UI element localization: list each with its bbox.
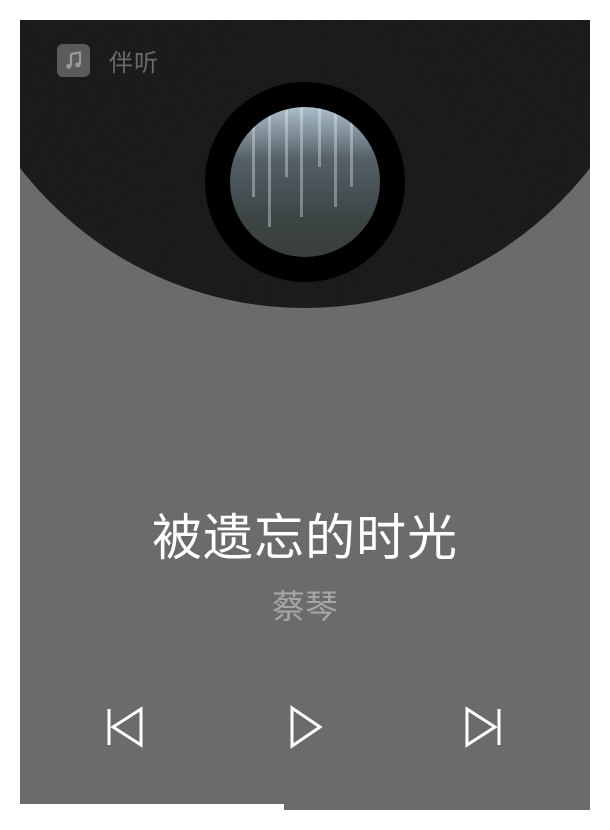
play-button[interactable] <box>279 702 329 752</box>
next-button[interactable] <box>458 702 508 752</box>
progress-bar[interactable] <box>20 804 590 810</box>
brand: 伴听 <box>57 43 159 78</box>
skip-next-icon <box>465 706 501 748</box>
play-icon <box>290 705 323 749</box>
skip-previous-icon <box>107 706 143 748</box>
album-cover <box>230 107 380 257</box>
brand-label: 伴听 <box>109 49 159 77</box>
player-card: 伴听 被遗忘的时光 蔡琴 <box>20 20 590 810</box>
music-note-icon <box>57 44 90 77</box>
previous-button[interactable] <box>100 702 150 752</box>
song-title: 被遗忘的时光 <box>152 509 458 567</box>
artist-name: 蔡琴 <box>272 587 338 626</box>
progress-fill <box>20 804 284 810</box>
